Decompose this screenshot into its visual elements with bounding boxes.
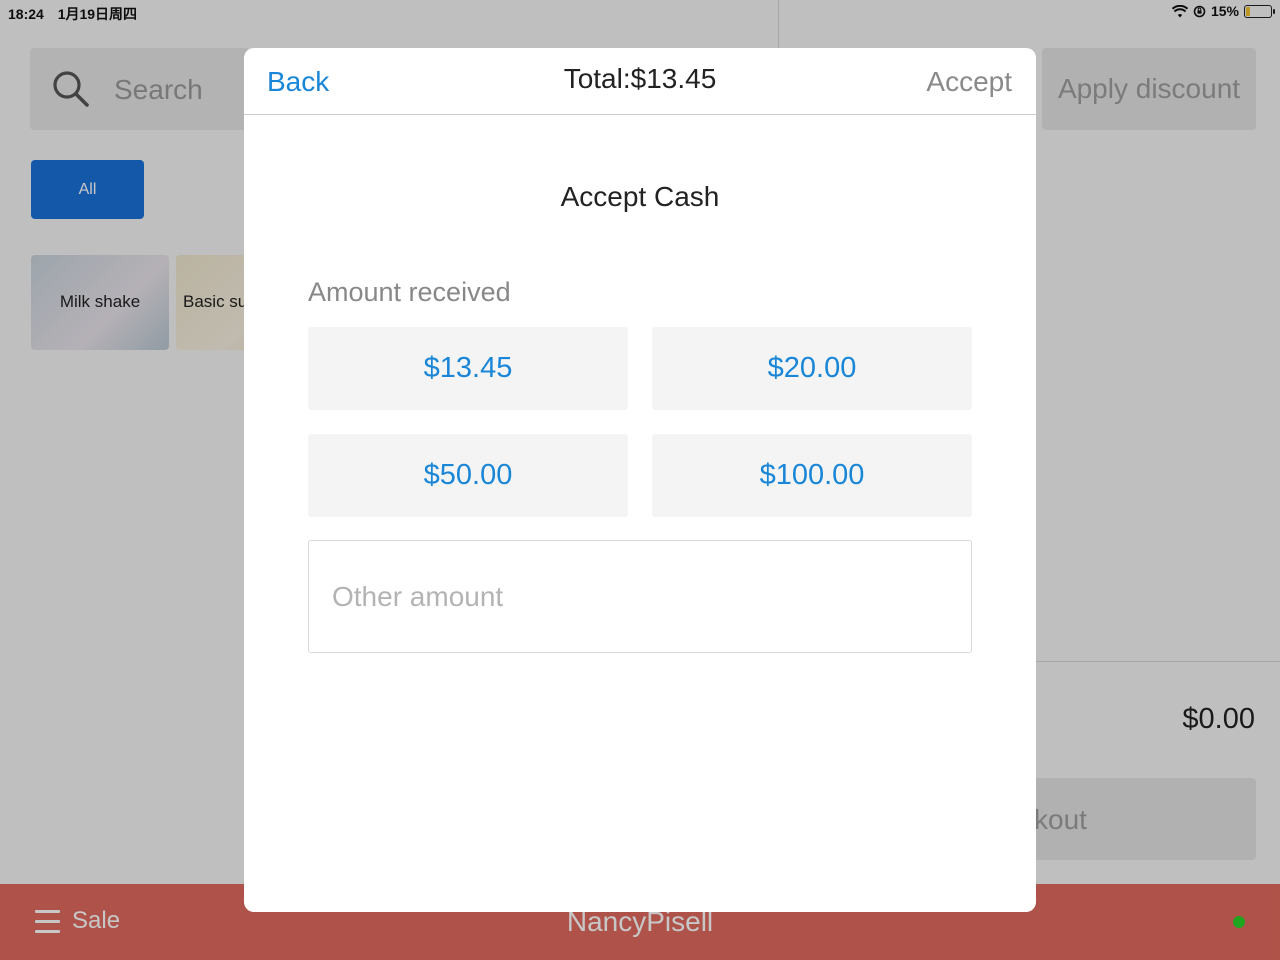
amount-button-exact[interactable]: $13.45 [308,327,628,410]
amount-button-100[interactable]: $100.00 [652,434,972,517]
accept-cash-dialog: Back Total:$13.45 Accept Accept Cash Amo… [244,48,1036,912]
dialog-header: Back Total:$13.45 Accept [244,48,1036,115]
total-label: Total:$13.45 [563,63,717,94]
accept-button[interactable]: Accept [926,66,1012,98]
other-amount-input[interactable] [308,540,972,653]
amount-button-50[interactable]: $50.00 [308,434,628,517]
dialog-title: Accept Cash [560,181,720,212]
amount-received-label: Amount received [308,277,511,307]
amount-button-20[interactable]: $20.00 [652,327,972,410]
